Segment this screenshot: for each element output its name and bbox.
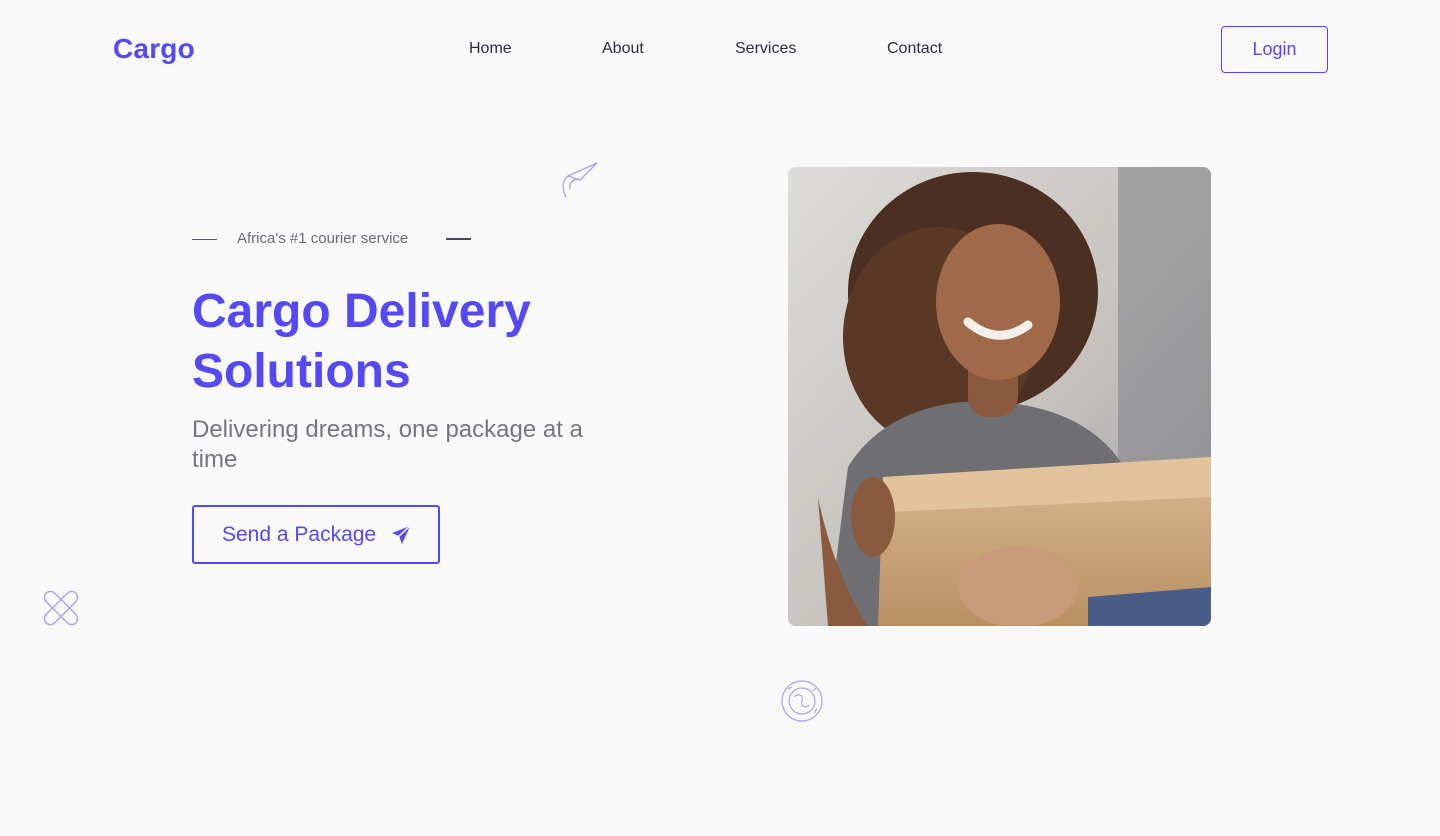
- paper-plane-icon: [390, 524, 412, 546]
- globe-outline-icon: [780, 679, 824, 728]
- nav-home-link[interactable]: Home: [469, 40, 512, 58]
- send-package-button[interactable]: Send a Package: [192, 505, 440, 564]
- nav-about-link[interactable]: About: [602, 40, 644, 58]
- hero-subtitle: Delivering dreams, one package at a time: [192, 416, 583, 473]
- landing-page: Cargo Home About Services Contact Login …: [0, 0, 1440, 836]
- tagline-divider-left: [192, 239, 217, 240]
- tagline-divider-right: [446, 238, 471, 240]
- bandage-cross-outline-icon: [38, 585, 84, 636]
- login-button[interactable]: Login: [1221, 26, 1328, 73]
- nav-contact-link[interactable]: Contact: [887, 40, 942, 58]
- woman-receiving-package-photo: [788, 167, 1211, 626]
- nav-services-link[interactable]: Services: [735, 40, 796, 58]
- tagline: Africa's #1 courier service: [237, 230, 409, 247]
- send-package-label: Send a Package: [222, 522, 377, 546]
- hero-title: Cargo Delivery Solutions: [192, 285, 531, 398]
- paper-plane-outline-icon: [560, 160, 600, 205]
